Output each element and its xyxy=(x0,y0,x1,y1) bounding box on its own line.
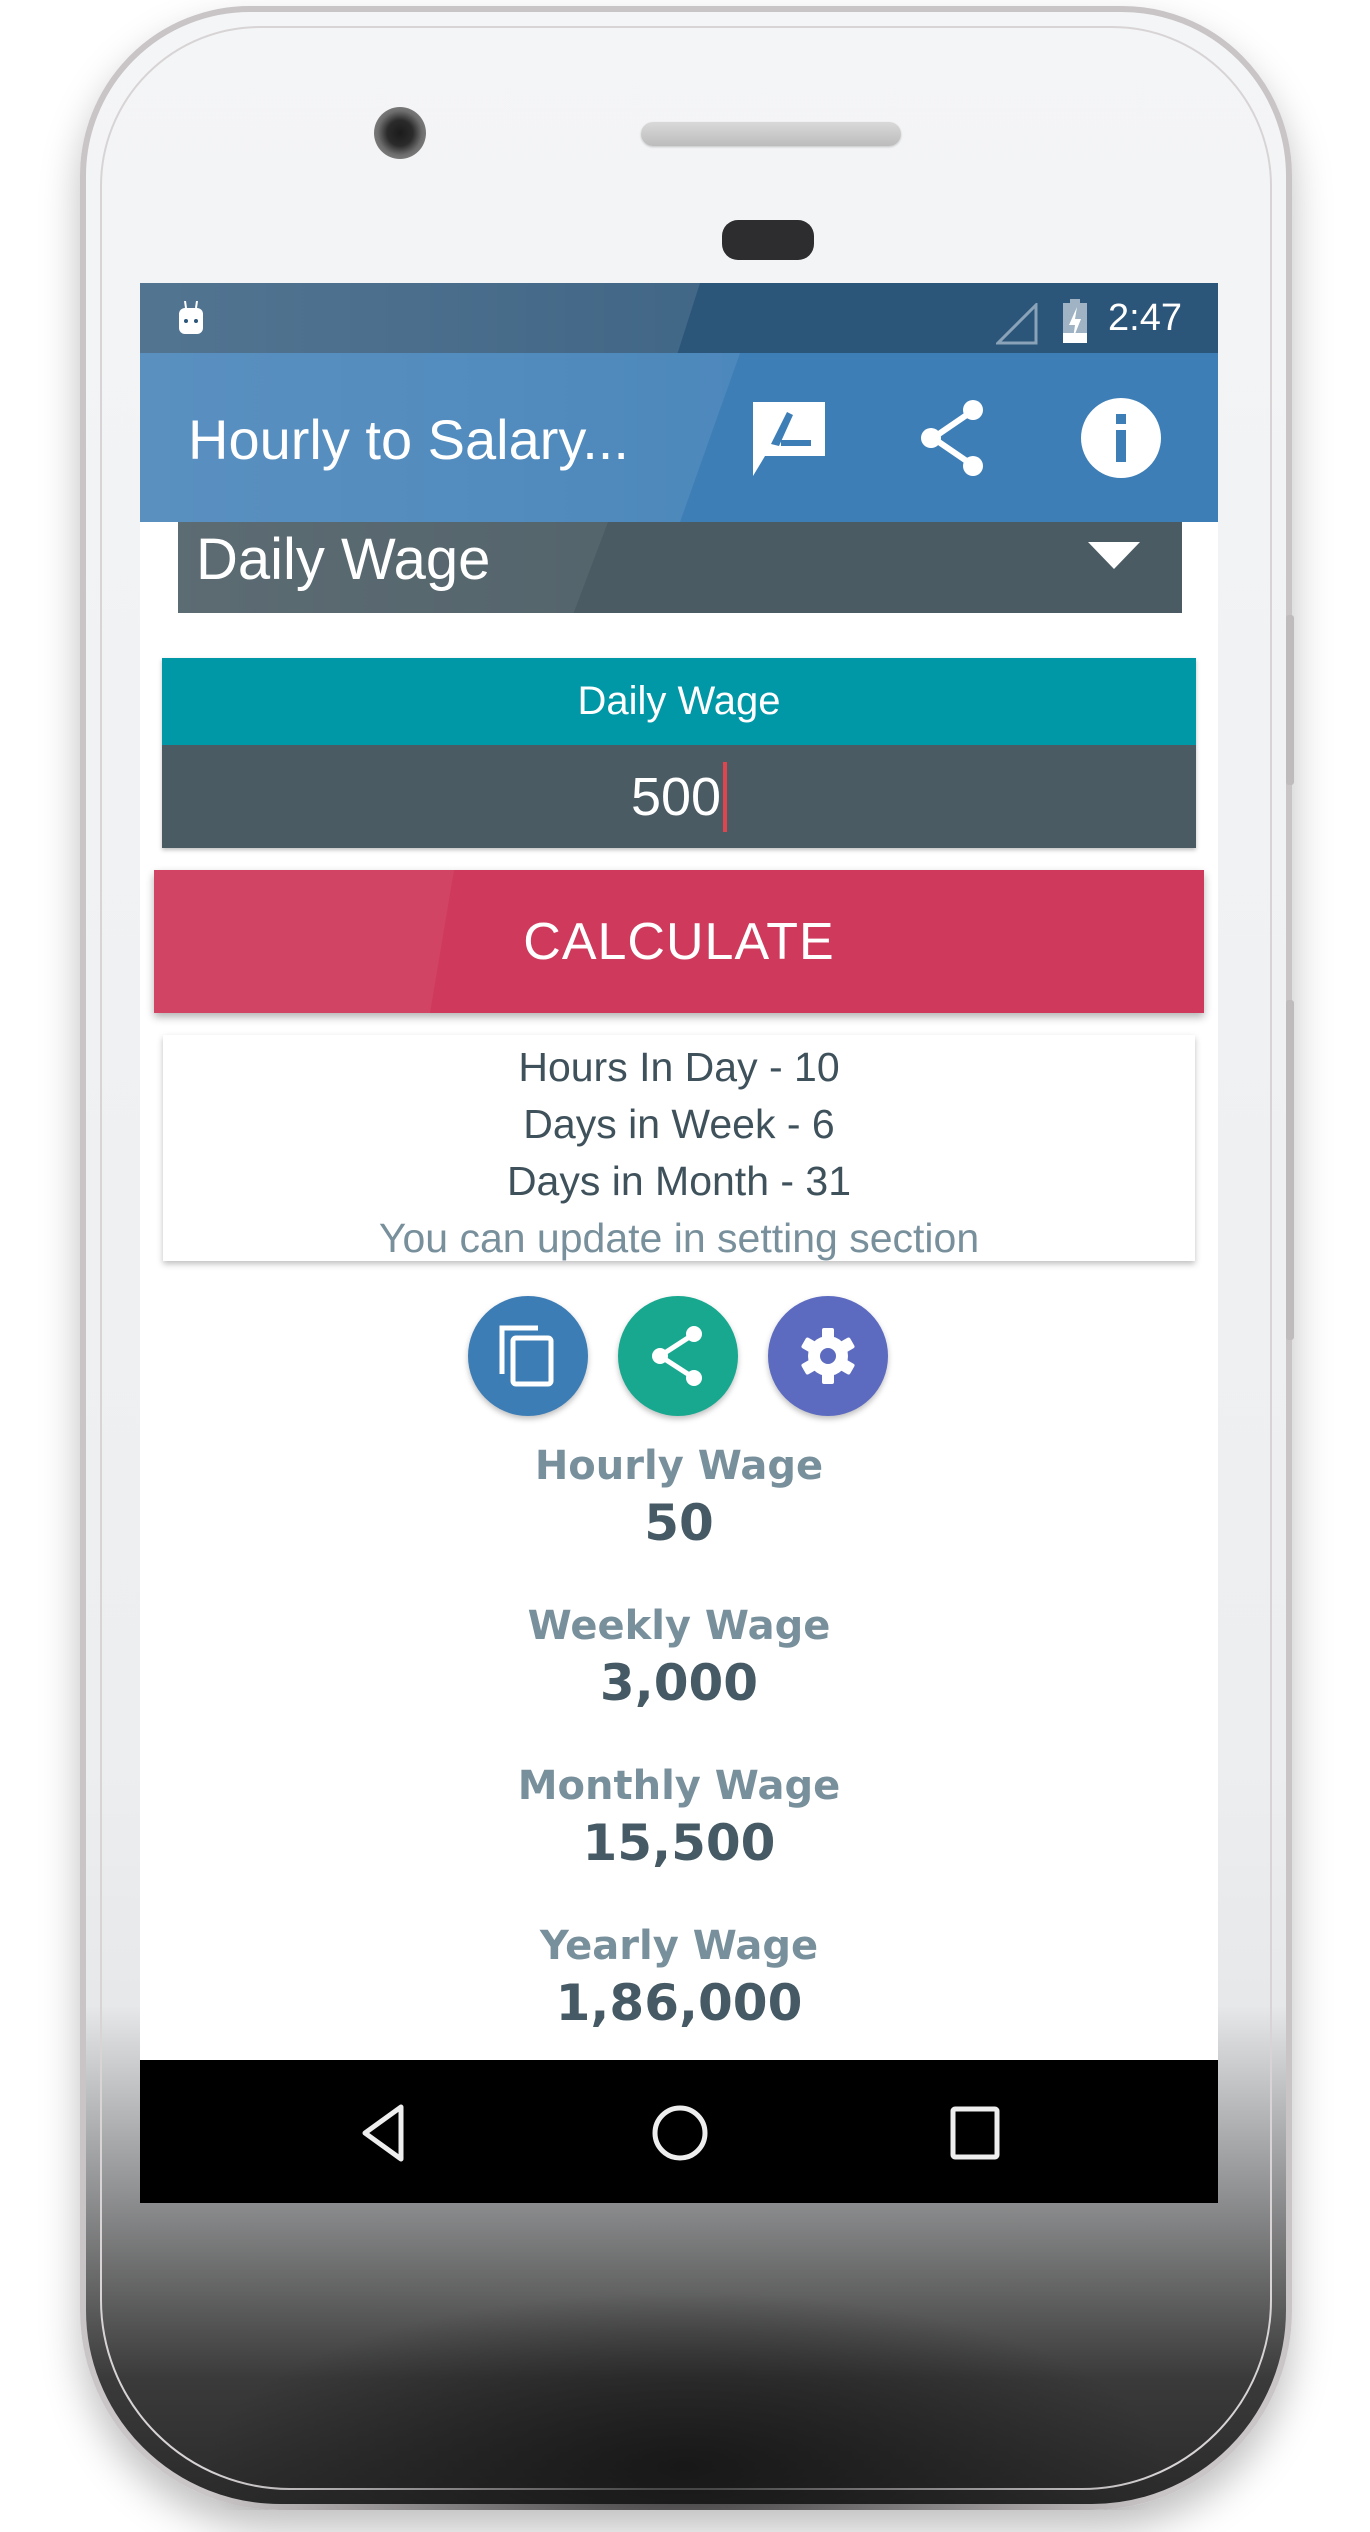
app-toolbar: Hourly to Salary... xyxy=(140,353,1218,522)
volume-button xyxy=(1286,615,1294,785)
back-icon xyxy=(362,2104,404,2162)
monthly-wage-value: 15,500 xyxy=(582,1814,776,1872)
info-button[interactable] xyxy=(1076,393,1166,483)
main-content: Daily Wage Daily Wage 500 CALCULATE Hour… xyxy=(140,522,1218,2060)
monthly-wage-label: Monthly Wage xyxy=(517,1763,841,1809)
text-caret xyxy=(723,761,728,832)
app-title: Hourly to Salary... xyxy=(188,408,629,471)
hourly-wage-value: 50 xyxy=(644,1494,714,1552)
calculate-button[interactable]: CALCULATE xyxy=(154,870,1204,1013)
wage-input-label: Daily Wage xyxy=(162,658,1196,745)
hours-in-day-text: Hours In Day - 10 xyxy=(518,1044,840,1090)
share-icon xyxy=(652,1326,702,1386)
wage-type-dropdown[interactable]: Daily Wage xyxy=(178,522,1182,613)
action-buttons-row xyxy=(140,1296,1218,1416)
battery-charging-icon xyxy=(1063,299,1087,343)
settings-note-text: You can update in setting section xyxy=(378,1215,980,1261)
dropdown-arrow-icon xyxy=(1088,542,1140,569)
earpiece-speaker xyxy=(641,122,901,146)
calculate-button-label: CALCULATE xyxy=(523,912,835,971)
hourly-wage-label: Hourly Wage xyxy=(534,1443,824,1489)
days-in-month-text: Days in Month - 31 xyxy=(506,1158,852,1204)
home-button[interactable] xyxy=(645,2098,715,2168)
result-item: Hourly Wage 50 xyxy=(140,1440,1218,1554)
result-item: Weekly Wage 3,000 xyxy=(140,1600,1218,1714)
share-result-button[interactable] xyxy=(618,1296,738,1416)
settings-info-card: Hours In Day - 10 Days in Week - 6 Days … xyxy=(163,1035,1195,1261)
days-in-week-text: Days in Week - 6 xyxy=(523,1101,835,1147)
status-time: 2:47 xyxy=(1108,297,1182,339)
copy-button[interactable] xyxy=(468,1296,588,1416)
feedback-icon xyxy=(753,402,825,476)
button-gloss xyxy=(154,870,454,1013)
proximity-sensor xyxy=(722,220,814,260)
feedback-button[interactable] xyxy=(744,393,834,483)
result-item: Yearly Wage 1,86,000 xyxy=(140,1920,1218,2034)
status-bar-gloss xyxy=(140,283,700,353)
info-icon xyxy=(1081,398,1161,478)
wage-input-card: Daily Wage 500 xyxy=(162,658,1196,848)
dropdown-selected-value: Daily Wage xyxy=(196,527,491,592)
front-camera xyxy=(374,107,426,159)
share-button[interactable] xyxy=(910,393,1000,483)
status-bar: 2:47 xyxy=(140,283,1218,353)
power-button xyxy=(1286,1000,1294,1340)
wage-input[interactable]: 500 xyxy=(162,745,1196,848)
yearly-wage-label: Yearly Wage xyxy=(539,1923,819,1969)
android-notification-icon xyxy=(179,301,203,334)
navigation-bar xyxy=(140,2060,1218,2203)
results-list: Hourly Wage 50 Weekly Wage 3,000 Monthly… xyxy=(140,1440,1218,2060)
result-item: Monthly Wage 15,500 xyxy=(140,1760,1218,1874)
home-icon xyxy=(652,2105,708,2161)
weekly-wage-label: Weekly Wage xyxy=(527,1603,831,1649)
wage-input-value: 500 xyxy=(630,766,722,827)
yearly-wage-value: 1,86,000 xyxy=(555,1974,803,2032)
recents-icon xyxy=(950,2106,1000,2160)
recents-button[interactable] xyxy=(940,2098,1010,2168)
settings-button[interactable] xyxy=(768,1296,888,1416)
back-button[interactable] xyxy=(350,2098,420,2168)
settings-icon xyxy=(801,1328,855,1384)
copy-icon xyxy=(499,1325,554,1387)
share-icon xyxy=(921,400,983,476)
signal-icon xyxy=(996,303,1038,345)
phone-screen: 2:47 Hourly to Salary... Daily Wage Dail… xyxy=(140,283,1218,2203)
weekly-wage-value: 3,000 xyxy=(599,1654,759,1712)
